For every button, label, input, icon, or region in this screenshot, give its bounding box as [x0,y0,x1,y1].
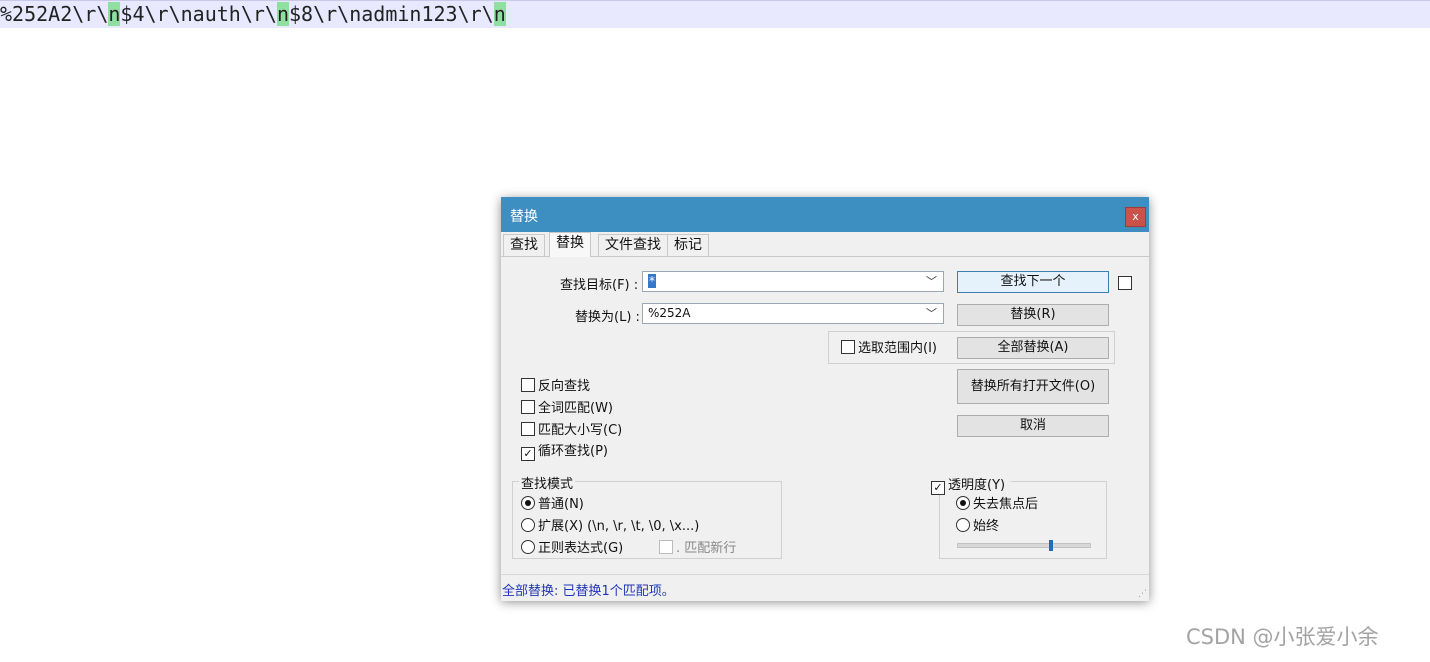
radio-icon [521,540,535,554]
chevron-down-icon[interactable]: ﹀ [926,305,937,321]
highlighted-match: n [276,2,290,26]
mode-normal-radio[interactable]: 普通(N) [521,496,584,512]
dialog-titlebar[interactable]: 替换 x [501,197,1149,232]
transparency-checkbox[interactable]: ✓ 透明度(Y) [929,474,1012,495]
tab-find-in-files[interactable]: 文件查找 [598,234,668,256]
editor-line[interactable]: %252A2\r\n$4\r\nauth\r\n$8\r\nadmin123\r… [0,0,1430,28]
mode-extended-radio[interactable]: 扩展(X) (\n, \r, \t, \0, \x...) [521,518,699,534]
replace-button[interactable]: 替换(R) [957,304,1109,326]
close-button[interactable]: x [1125,207,1146,227]
dialog-title: 替换 [510,209,538,225]
mode-regex-radio[interactable]: 正则表达式(G) [521,540,623,556]
option-whole-word-checkbox[interactable]: 全词匹配(W) [521,400,613,416]
watermark: CSDN @小张爱小余 [1186,625,1379,649]
transparency-slider[interactable] [957,543,1091,548]
radio-icon [956,518,970,532]
tab-bar: 查找 替换 文件查找 标记 [501,232,1149,257]
check-icon: ✓ [931,481,945,495]
highlighted-match: n [108,2,121,26]
chevron-down-icon[interactable]: ﹀ [926,273,937,289]
check-icon: ✓ [521,447,535,461]
editor-text: $4\r\nauth\r\ [120,2,277,26]
checkbox-icon [841,340,855,354]
status-bar: 全部替换: 已替换1个匹配项。 ⋰ [501,574,1149,601]
option-match-case-checkbox[interactable]: 匹配大小写(C) [521,422,622,438]
find-next-button[interactable]: 查找下一个 [957,271,1109,293]
checkbox-icon [521,400,535,414]
editor-text: $8\r\nadmin123\r\ [289,2,494,26]
replace-all-button[interactable]: 全部替换(A) [957,337,1109,359]
checkbox-icon [521,378,535,392]
tab-mark[interactable]: 标记 [667,234,709,256]
search-mode-title: 查找模式 [519,473,576,492]
tab-find[interactable]: 查找 [503,234,545,256]
extra-checkbox[interactable] [1118,276,1132,290]
radio-icon [521,518,535,532]
transparency-on-lose-focus-radio[interactable]: 失去焦点后 [956,496,1038,512]
status-text: 全部替换: 已替换1个匹配项。 [502,584,675,599]
in-selection-checkbox[interactable]: 选取范围内(I) [841,340,937,356]
replace-label: 替换为(L) : [575,310,640,325]
option-wrap-around-checkbox[interactable]: ✓ 循环查找(P) [521,444,608,461]
checkbox-icon [659,540,673,554]
transparency-always-radio[interactable]: 始终 [956,518,999,534]
find-value: * [648,274,656,288]
find-input[interactable]: * ﹀ [642,271,944,292]
replace-dialog: 替换 x 查找 替换 文件查找 标记 查找目标(F) : * ﹀ 查找下一个 替… [501,197,1149,601]
resize-grip-icon[interactable]: ⋰ [1138,589,1147,599]
replace-value: %252A [648,306,691,320]
radio-icon [956,496,970,510]
option-reverse-checkbox[interactable]: 反向查找 [521,378,590,394]
dot-newline-checkbox[interactable]: . 匹配新行 [659,540,736,556]
radio-icon [521,496,535,510]
replace-all-open-files-button[interactable]: 替换所有打开文件(O) [957,369,1109,404]
highlighted-match: n [493,2,506,26]
checkbox-icon [521,422,535,436]
cancel-button[interactable]: 取消 [957,415,1109,437]
transparency-slider-thumb[interactable] [1049,540,1054,551]
replace-input[interactable]: %252A ﹀ [642,303,944,324]
tab-replace[interactable]: 替换 [549,232,591,257]
editor-text: %252A2\r\ [0,2,109,26]
find-label: 查找目标(F) : [560,278,639,293]
